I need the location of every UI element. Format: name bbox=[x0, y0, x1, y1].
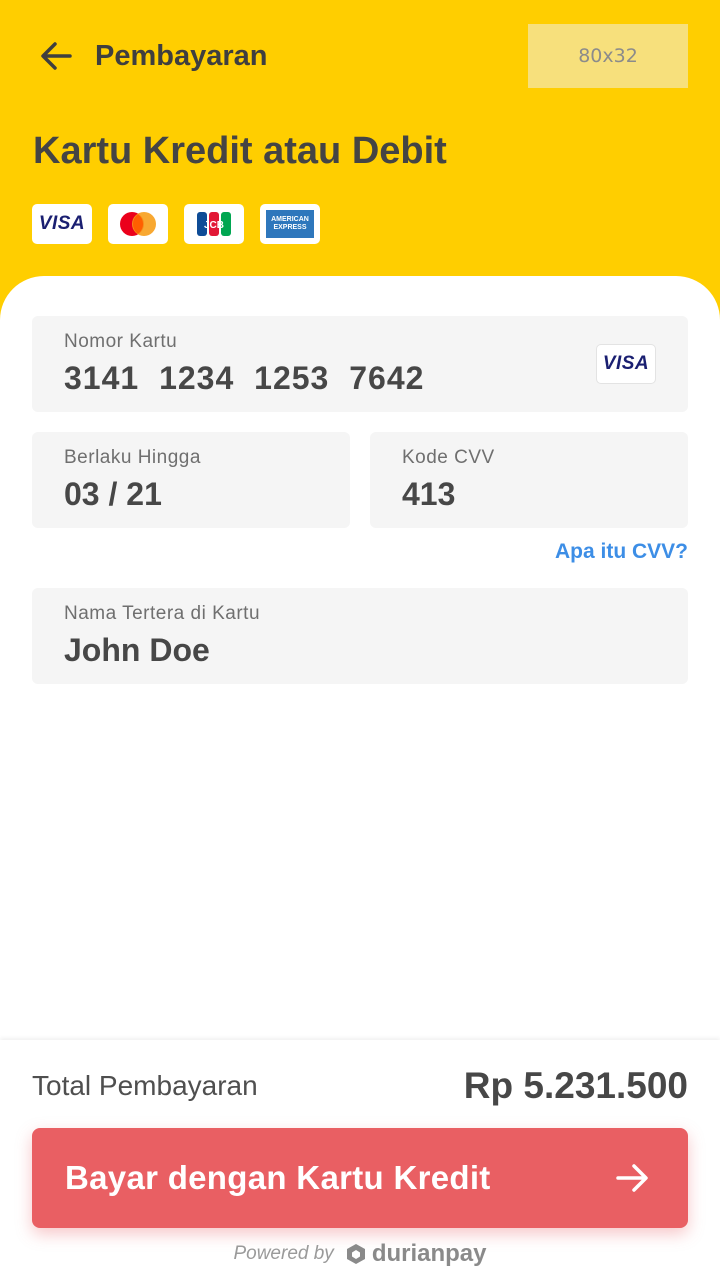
cardholder-name-label: Nama Tertera di Kartu bbox=[64, 603, 261, 624]
expiry-label: Berlaku Hingga bbox=[64, 447, 201, 468]
visa-logo: VISA bbox=[32, 204, 92, 244]
durianpay-icon bbox=[346, 1244, 365, 1264]
jcb-icon: JCB bbox=[197, 212, 231, 236]
amex-logo: AMERICAN EXPRESS bbox=[260, 204, 320, 244]
header: Pembayaran 80x32 Kartu Kredit atau Debit… bbox=[0, 0, 720, 320]
cvv-help-link[interactable]: Apa itu CVV? bbox=[555, 538, 688, 566]
page-title: Kartu Kredit atau Debit bbox=[33, 130, 447, 172]
jcb-wordmark: JCB bbox=[204, 220, 224, 231]
expiry-field[interactable]: Berlaku Hingga 03 / 21 bbox=[32, 432, 350, 528]
card-number-value: 3141 1234 1253 7642 bbox=[64, 360, 425, 396]
mastercard-logo bbox=[108, 204, 168, 244]
amex-line-1: AMERICAN bbox=[271, 216, 309, 223]
total-label: Total Pembayaran bbox=[32, 1070, 258, 1101]
back-button[interactable] bbox=[36, 38, 76, 74]
cvv-value: 413 bbox=[402, 476, 456, 512]
mastercard-icon bbox=[120, 212, 156, 236]
cardholder-name-value: John Doe bbox=[64, 632, 210, 668]
card-number-field[interactable]: Nomor Kartu 3141 1234 1253 7642 VISA bbox=[32, 316, 688, 412]
arrow-right-icon bbox=[616, 1164, 648, 1192]
amex-mark: AMERICAN EXPRESS bbox=[266, 210, 314, 238]
card-logos: VISA JCB AMERICAN EXPRESS bbox=[32, 204, 320, 244]
card-number-label: Nomor Kartu bbox=[64, 331, 178, 352]
payment-footer: Total Pembayaran Rp 5.231.500 Bayar deng… bbox=[0, 1040, 720, 1280]
total-amount: Rp 5.231.500 bbox=[463, 1065, 688, 1106]
powered-by-text: Powered by bbox=[233, 1243, 334, 1264]
amex-line-2: EXPRESS bbox=[273, 224, 307, 231]
powered-by: Powered by durianpay bbox=[0, 1240, 720, 1268]
cardholder-name-field[interactable]: Nama Tertera di Kartu John Doe bbox=[32, 588, 688, 684]
durianpay-logo: durianpay bbox=[344, 1240, 487, 1268]
jcb-logo: JCB bbox=[184, 204, 244, 244]
expiry-value: 03 / 21 bbox=[64, 476, 162, 512]
arrow-left-icon bbox=[41, 42, 72, 70]
header-title: Pembayaran bbox=[95, 40, 268, 72]
pay-button-label: Bayar dengan Kartu Kredit bbox=[65, 1159, 491, 1196]
card-brand-badge: VISA bbox=[596, 344, 656, 384]
cvv-label: Kode CVV bbox=[402, 447, 495, 468]
card-brand-text: VISA bbox=[602, 353, 650, 374]
visa-wordmark: VISA bbox=[38, 213, 86, 234]
placeholder-box: 80x32 bbox=[528, 24, 688, 88]
durianpay-wordmark: durianpay bbox=[371, 1240, 487, 1267]
cvv-field[interactable]: Kode CVV 413 bbox=[370, 432, 688, 528]
pay-button[interactable]: Bayar dengan Kartu Kredit bbox=[32, 1128, 688, 1228]
